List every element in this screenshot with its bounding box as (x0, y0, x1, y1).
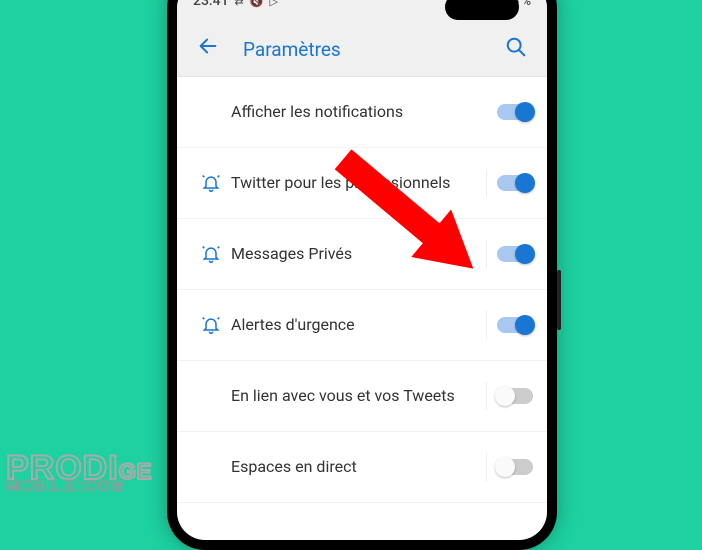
toggle-messages-prives[interactable] (497, 246, 533, 262)
phone-side-button (557, 270, 561, 330)
toggle-espaces-direct[interactable] (497, 459, 533, 475)
search-button[interactable] (499, 30, 533, 68)
status-icon-play: ▷ (269, 0, 277, 8)
bell-icon (191, 315, 231, 335)
row-show-notifications[interactable]: Afficher les notifications (177, 77, 547, 148)
status-icon-shuffle: ⇄ (235, 0, 244, 8)
row-label: Messages Privés (231, 244, 476, 265)
row-alertes-urgence[interactable]: Alertes d'urgence (177, 290, 547, 361)
row-twitter-pros[interactable]: Twitter pour les professionnels (177, 148, 547, 219)
divider (486, 240, 487, 268)
page-title: Paramètres (243, 38, 499, 61)
status-time: 23:41 (193, 0, 229, 9)
toggle-alertes-urgence[interactable] (497, 317, 533, 333)
phone-frame: 23:41 ⇄ 🔇 ▷ ◢ 🔋 75 % Paramètres Affi (167, 0, 557, 550)
arrow-left-icon (197, 35, 219, 57)
app-header: Paramètres (177, 22, 547, 77)
camera-notch (445, 0, 519, 20)
row-messages-prives[interactable]: Messages Privés (177, 219, 547, 290)
status-icon-mute: 🔇 (250, 0, 264, 8)
bell-icon (191, 173, 231, 193)
watermark: PRODIGE MOBILE■COM (6, 454, 152, 494)
search-icon (505, 36, 527, 58)
row-lien-tweets[interactable]: En lien avec vous et vos Tweets (177, 361, 547, 432)
toggle-twitter-pros[interactable] (497, 175, 533, 191)
row-label: Afficher les notifications (231, 102, 497, 123)
row-label: Alertes d'urgence (231, 315, 476, 336)
row-label: Twitter pour les professionnels (231, 173, 476, 194)
row-espaces-direct[interactable]: Espaces en direct (177, 432, 547, 503)
toggle-show-notifications[interactable] (497, 104, 533, 120)
phone-screen: 23:41 ⇄ 🔇 ▷ ◢ 🔋 75 % Paramètres Affi (177, 0, 547, 540)
divider (486, 311, 487, 339)
divider (486, 382, 487, 410)
toggle-lien-tweets[interactable] (497, 388, 533, 404)
row-label: Espaces en direct (231, 457, 476, 478)
back-button[interactable] (191, 29, 225, 69)
row-label: En lien avec vous et vos Tweets (231, 386, 476, 407)
divider (486, 453, 487, 481)
bell-icon (191, 244, 231, 264)
settings-list: Afficher les notifications Twitter pour … (177, 77, 547, 503)
divider (486, 169, 487, 197)
